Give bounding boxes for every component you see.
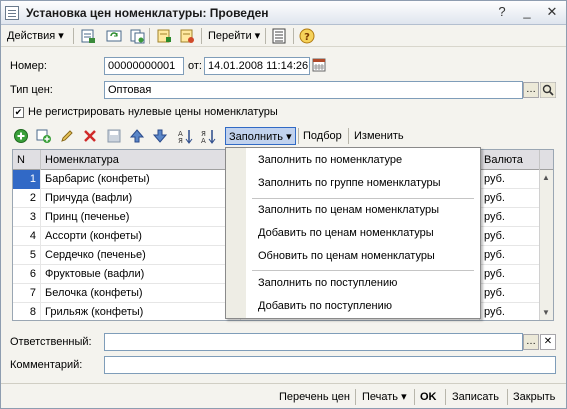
post-document-icon[interactable] — [80, 28, 96, 44]
row-currency: руб. — [480, 189, 540, 208]
menu-item-update-by-prices[interactable]: Обновить по ценам номенклатуры — [258, 247, 435, 265]
row-number: 8 — [13, 303, 41, 320]
row-number: 4 — [13, 227, 41, 246]
clear-responsible-icon[interactable]: ✕ — [540, 334, 556, 350]
copy-document-icon[interactable] — [129, 28, 145, 44]
row-number: 2 — [13, 189, 41, 208]
move-down-icon[interactable] — [152, 128, 168, 144]
svg-text:А: А — [201, 137, 206, 144]
row-number: 6 — [13, 265, 41, 284]
end-edit-icon[interactable] — [106, 128, 122, 144]
col-n-header[interactable]: N — [13, 150, 41, 170]
change-button[interactable]: Изменить — [354, 128, 404, 144]
row-currency: руб. — [480, 303, 540, 320]
date-field[interactable]: 14.01.2008 11:14:26 — [204, 57, 310, 75]
row-number: 7 — [13, 284, 41, 303]
row-nomenclature: Причуда (вафли) — [41, 189, 241, 208]
responsible-field[interactable] — [104, 333, 523, 351]
date-label: от: — [188, 60, 202, 72]
row-currency: руб. — [480, 246, 540, 265]
help-circle-icon[interactable]: ? — [299, 28, 315, 44]
row-nomenclature: Сердечко (печенье) — [41, 246, 241, 265]
journal-icon[interactable] — [156, 28, 172, 44]
select-button[interactable]: Подбор — [303, 128, 342, 144]
menu-item-fill-by-receipt[interactable]: Заполнить по поступлению — [258, 274, 397, 292]
comment-label: Комментарий: — [10, 359, 83, 371]
document-window: Установка цен номенклатуры: Проведен ? _… — [0, 0, 567, 409]
table-scrollbar[interactable]: ▲ ▼ — [539, 170, 553, 320]
refresh-icon[interactable] — [106, 28, 122, 44]
menu-item-fill-by-group[interactable]: Заполнить по группе номенклатуры — [258, 174, 441, 192]
price-type-label: Тип цен: — [10, 84, 53, 96]
sort-asc-icon[interactable]: АЯ — [177, 128, 193, 144]
delete-row-icon[interactable] — [82, 128, 98, 144]
row-nomenclature: Белочка (конфеты) — [41, 284, 241, 303]
row-nomenclature: Грильяж (конфеты) — [41, 303, 241, 320]
title-bar: Установка цен номенклатуры: Проведен ? _… — [1, 1, 566, 25]
row-number: 3 — [13, 208, 41, 227]
grid-toolbar: АЯ ЯА Заполнить ▾ Подбор Изменить — [1, 125, 566, 147]
actions-menu[interactable]: Действия ▾ — [7, 28, 64, 44]
row-number: 5 — [13, 246, 41, 265]
col-currency-header[interactable]: Валюта — [480, 150, 540, 170]
calendar-icon[interactable] — [312, 58, 326, 72]
close-button[interactable]: Закрыть — [513, 389, 555, 405]
responsible-label: Ответственный: — [10, 336, 92, 348]
move-up-icon[interactable] — [129, 128, 145, 144]
number-label: Номер: — [10, 60, 47, 72]
menu-item-fill-by-prices[interactable]: Заполнить по ценам номенклатуры — [258, 201, 439, 219]
no-zero-prices-label: Не регистрировать нулевые цены номенклат… — [28, 106, 278, 118]
window-title: Установка цен номенклатуры: Проведен — [26, 6, 269, 20]
menu-item-add-by-prices[interactable]: Добавить по ценам номенклатуры — [258, 224, 434, 242]
sort-desc-icon[interactable]: ЯА — [200, 128, 216, 144]
row-nomenclature: Принц (печенье) — [41, 208, 241, 227]
row-currency: руб. — [480, 208, 540, 227]
scroll-down-icon[interactable]: ▼ — [542, 308, 550, 317]
select-price-type-button[interactable]: … — [523, 82, 539, 98]
movement-icon[interactable] — [179, 28, 195, 44]
row-currency: руб. — [480, 284, 540, 303]
row-currency: руб. — [480, 227, 540, 246]
fill-menu-button[interactable]: Заполнить ▾ — [225, 127, 296, 145]
help-icon[interactable]: ? — [492, 3, 512, 21]
row-nomenclature: Барбарис (конфеты) — [41, 170, 241, 189]
row-number: 1 — [13, 170, 41, 189]
close-icon[interactable]: ✕ — [542, 3, 562, 21]
svg-text:?: ? — [304, 32, 310, 43]
add-row-icon[interactable] — [13, 128, 29, 144]
row-currency: руб. — [480, 170, 540, 189]
number-field[interactable]: 00000000001 — [104, 57, 184, 75]
footer-bar: Перечень цен Печать ▾ OK Записать Закрыт… — [1, 383, 566, 408]
scroll-up-icon[interactable]: ▲ — [542, 173, 550, 182]
row-nomenclature: Ассорти (конфеты) — [41, 227, 241, 246]
price-list-button[interactable]: Перечень цен — [279, 389, 350, 405]
main-toolbar: Действия ▾ Перейти ▾ ? — [1, 25, 566, 47]
search-icon[interactable] — [540, 82, 556, 98]
ok-button[interactable]: OK — [420, 389, 437, 405]
menu-item-fill-by-nomenclature[interactable]: Заполнить по номенклатуре — [258, 151, 402, 169]
col-nomenclature-header[interactable]: Номенклатура — [41, 150, 241, 170]
minimize-icon[interactable]: _ — [517, 3, 537, 21]
select-responsible-button[interactable]: … — [523, 334, 539, 350]
no-zero-prices-checkbox[interactable]: ✔ — [13, 107, 24, 118]
go-menu[interactable]: Перейти ▾ — [208, 28, 260, 44]
print-menu-button[interactable]: Печать ▾ — [362, 389, 407, 405]
fill-dropdown-menu: Заполнить по номенклатуре Заполнить по г… — [225, 147, 481, 319]
save-button[interactable]: Записать — [452, 389, 499, 405]
copy-row-icon[interactable] — [36, 128, 52, 144]
structure-icon[interactable] — [271, 28, 287, 44]
comment-field[interactable] — [104, 356, 556, 374]
edit-row-icon[interactable] — [59, 128, 75, 144]
row-nomenclature: Фруктовые (вафли) — [41, 265, 241, 284]
svg-text:Я: Я — [178, 137, 183, 144]
menu-item-add-by-receipt[interactable]: Добавить по поступлению — [258, 297, 392, 315]
row-currency: руб. — [480, 265, 540, 284]
price-type-field[interactable]: Оптовая — [104, 81, 523, 99]
document-icon — [5, 6, 19, 20]
